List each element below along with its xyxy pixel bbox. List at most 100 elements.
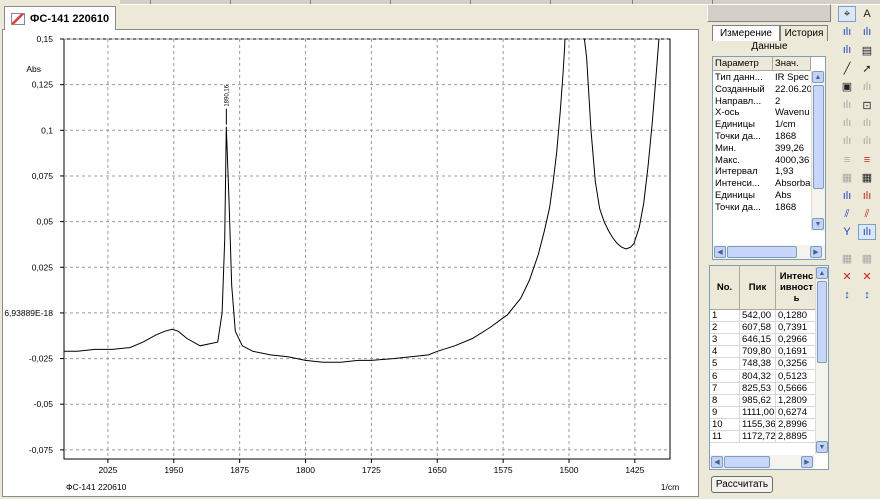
peak-number: 6 (710, 370, 740, 382)
table-row[interactable]: 10 1155,36 2,8996 (710, 418, 818, 431)
scroll-thumb[interactable] (813, 85, 824, 189)
property-name: Мин. (715, 142, 737, 154)
peak-pick-auto-icon[interactable]: ılı (858, 24, 876, 40)
calculate-button[interactable]: Рассчитать (711, 476, 773, 493)
scroll-down-icon[interactable]: ▼ (816, 441, 828, 453)
properties-panel: Измерение История Данные Параметр Знач. … (708, 22, 831, 260)
peak-position: 607,58 (740, 322, 776, 334)
document-tab[interactable]: ФС-141 220610 (4, 6, 116, 30)
peak-label-red-icon[interactable]: ⫽ (858, 206, 876, 222)
x-tick-label: 1575 (494, 465, 513, 475)
list-gray-icon[interactable]: ≡ (838, 152, 856, 168)
x-cross-red-icon[interactable]: ✕ (838, 269, 856, 285)
col-no-header[interactable]: No. (710, 266, 740, 310)
property-row[interactable]: X-ось Wavenu (713, 107, 825, 119)
scroll-left-icon[interactable]: ◀ (714, 246, 726, 258)
list-red-icon[interactable]: ≡ (858, 152, 876, 168)
peaks-gray2-icon[interactable]: ılı (858, 115, 876, 131)
baseline-gray-icon[interactable]: ılı (838, 97, 856, 113)
scale-gray-icon[interactable]: ılı (858, 133, 876, 149)
red-peaks-icon[interactable]: ılı (858, 188, 876, 204)
property-row[interactable]: Мин. 399,26 (713, 143, 825, 155)
grid-gray-icon[interactable]: ▦ (838, 251, 856, 267)
value-column-header[interactable]: Знач. (773, 57, 811, 71)
table-row[interactable]: 6 804,32 0,5123 (710, 370, 818, 383)
property-row[interactable]: Направл... 2 (713, 96, 825, 108)
peak-number: 8 (710, 394, 740, 406)
property-name: Созданный (715, 83, 765, 95)
table-row[interactable]: 2 607,58 0,7391 (710, 322, 818, 335)
peaks-vscroll[interactable]: ▲ ▼ (815, 266, 828, 454)
peaks-gray-icon[interactable]: ılı (838, 115, 856, 131)
blue-peaks-icon[interactable]: ılı (838, 188, 856, 204)
scroll-right-icon[interactable]: ▶ (801, 456, 813, 468)
peak-area-icon[interactable]: ılı (838, 42, 856, 58)
table-gray-icon[interactable]: ▦ (838, 170, 856, 186)
peaks-hscroll[interactable]: ◀ ▶ (710, 455, 815, 469)
scroll-down-icon[interactable]: ▼ (812, 218, 824, 230)
table-row[interactable]: 11 1172,72 2,8895 (710, 431, 818, 444)
property-name: Макс. (715, 154, 740, 166)
y-adjust-icon[interactable]: ↕ (838, 287, 856, 303)
arrow-icon[interactable]: ➚ (858, 61, 876, 77)
scroll-thumb[interactable] (817, 281, 827, 363)
properties-hscroll[interactable]: ◀ ▶ (713, 245, 825, 259)
x-cross-red2-icon[interactable]: ✕ (858, 269, 876, 285)
property-name: Интенси... (715, 178, 760, 190)
y-axis-label: Abs (26, 64, 41, 74)
hscroll-thumb[interactable] (724, 456, 770, 468)
table-row[interactable]: 1 542,00 0,1280 (710, 310, 818, 323)
image-icon[interactable]: ▣ (838, 79, 856, 95)
table-row[interactable]: 8 985,62 1,2809 (710, 394, 818, 407)
col-intensity-header[interactable]: Интенсивность (776, 266, 818, 310)
zoom-box-icon[interactable]: ⊡ (858, 97, 876, 113)
property-row[interactable]: Точки да... 1868 (713, 202, 825, 214)
scroll-right-icon[interactable]: ▶ (810, 246, 822, 258)
peak-number: 9 (710, 406, 740, 418)
y-adjust2-icon[interactable]: ↕ (858, 287, 876, 303)
report-icon[interactable]: ▤ (858, 42, 876, 58)
tab-measure[interactable]: Измерение (712, 25, 780, 41)
peak-mark-icon[interactable]: ılı (858, 224, 876, 241)
hscroll-thumb[interactable] (727, 246, 797, 258)
property-value: 22.06.20 (775, 83, 811, 95)
tab-history[interactable]: История (780, 25, 828, 41)
table-row[interactable]: 3 646,15 0,2966 (710, 334, 818, 347)
x-tick-label: 1725 (362, 465, 381, 475)
peak-pick-icon[interactable]: ılı (838, 24, 856, 40)
scroll-up-icon[interactable]: ▲ (816, 267, 828, 279)
normalize-gray-icon[interactable]: ılı (838, 133, 856, 149)
spectrum-gray-icon[interactable]: ılı (858, 79, 876, 95)
property-row[interactable]: Макс. 4000,36 (713, 155, 825, 167)
plot-area (63, 38, 671, 460)
col-peak-header[interactable]: Пик (740, 266, 776, 310)
property-row[interactable]: Тип данн... IR Spec (713, 72, 825, 84)
font-icon[interactable]: A (858, 6, 876, 22)
property-row[interactable]: Интервал 1,93 (713, 166, 825, 178)
peak-number: 4 (710, 346, 740, 358)
table-row[interactable]: 4 709,80 0,1691 (710, 346, 818, 359)
property-row[interactable]: Интенси... Absorba (713, 178, 825, 190)
table-row[interactable]: 9 1111,00 0,6274 (710, 406, 818, 419)
grid-gray2-icon[interactable]: ▦ (858, 251, 876, 267)
peak-label-icon[interactable]: ⫽ (838, 206, 856, 222)
property-row[interactable]: Созданный 22.06.20 (713, 84, 825, 96)
peaks-table: No. Пик Интенсивность 1 542,00 0,1280 2 607,… (709, 265, 829, 470)
property-row[interactable]: Точки да... 1868 (713, 131, 825, 143)
line-icon[interactable]: ╱ (838, 61, 856, 77)
property-row[interactable]: Единицы 1/cm (713, 119, 825, 131)
scroll-up-icon[interactable]: ▲ (812, 71, 824, 83)
scroll-left-icon[interactable]: ◀ (711, 456, 723, 468)
peak-number: 2 (710, 322, 740, 334)
cursor-icon[interactable]: ⌖ (838, 6, 856, 22)
property-row[interactable]: Единицы Abs (713, 190, 825, 202)
table-row[interactable]: 5 748,38 0,3256 (710, 358, 818, 371)
chart-canvas[interactable]: 0,15 0,125 0,1 0,075 0,05 0,025 6,93889E-18 -0,… (3, 30, 700, 498)
table-row[interactable]: 7 825,53 0,5666 (710, 382, 818, 395)
valley-icon[interactable]: Y (838, 224, 856, 240)
peak-number: 1 (710, 310, 740, 321)
spectrum-chart[interactable]: 0,15 0,125 0,1 0,075 0,05 0,025 6,93889E-18 -0,… (2, 29, 699, 497)
properties-vscroll[interactable]: ▲ ▼ (811, 71, 825, 231)
param-column-header[interactable]: Параметр (713, 57, 773, 71)
table-color-icon[interactable]: ▦ (858, 170, 876, 186)
